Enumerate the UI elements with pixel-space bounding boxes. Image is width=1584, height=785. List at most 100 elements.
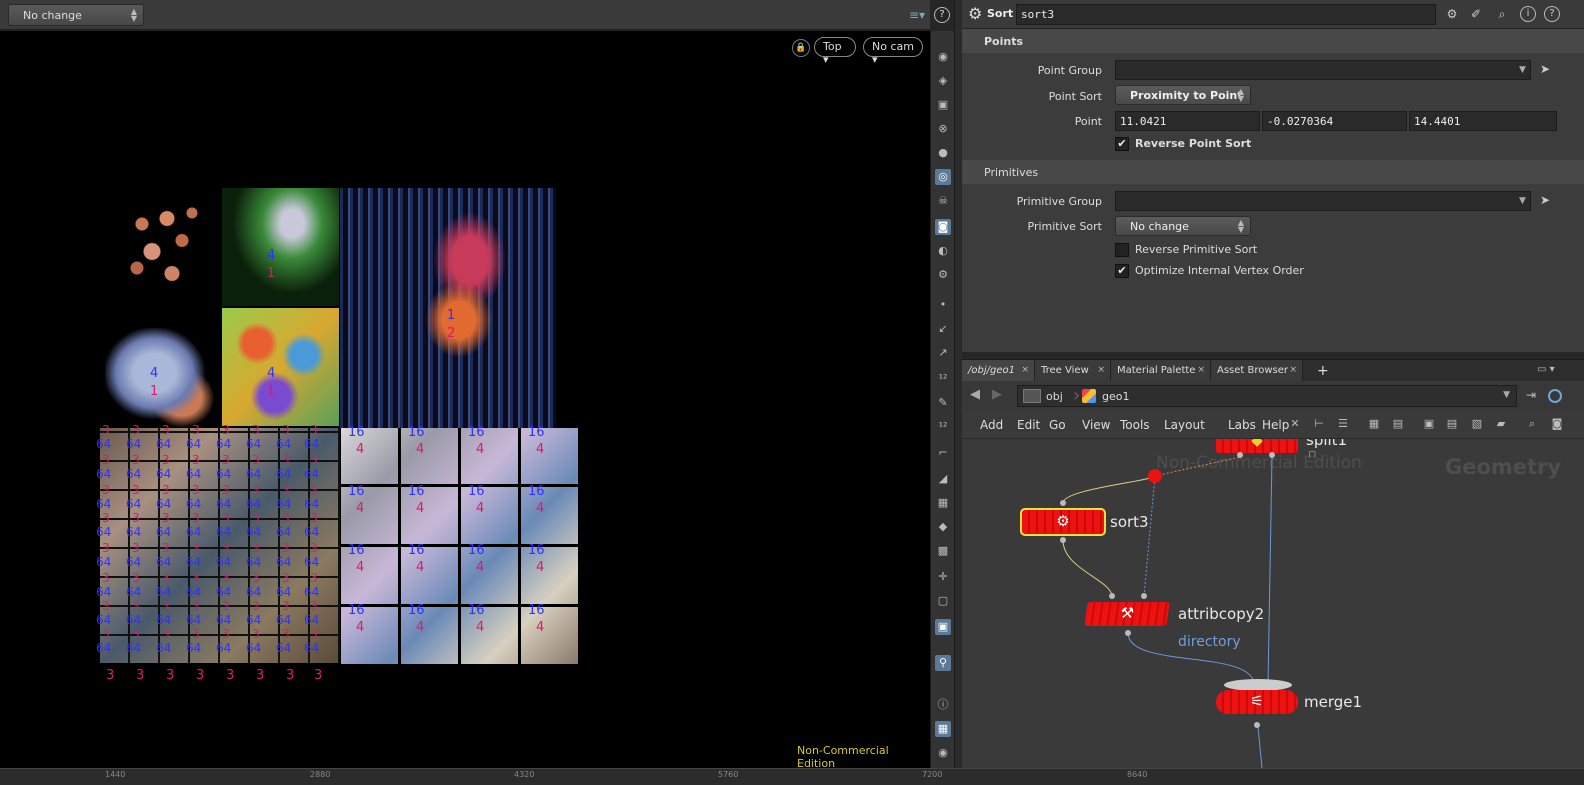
output-port[interactable] bbox=[1269, 452, 1275, 458]
grid-icon[interactable]: ▦ bbox=[1367, 417, 1381, 431]
list-icon[interactable]: ☰ bbox=[1336, 417, 1350, 431]
brush-icon[interactable]: ✐ bbox=[1468, 6, 1484, 22]
camera-icon[interactable]: ◙ bbox=[1550, 417, 1564, 431]
node-split1[interactable]: ◆ bbox=[1216, 439, 1298, 453]
tab-material-palette[interactable]: Material Palette × bbox=[1111, 360, 1211, 382]
tab-tree-view[interactable]: Tree View × bbox=[1035, 360, 1111, 382]
pin-icon[interactable]: ⇥ bbox=[1526, 388, 1536, 402]
lock-icon[interactable]: ▣ bbox=[935, 97, 951, 113]
help-icon[interactable]: ? bbox=[1544, 6, 1560, 22]
node-merge1[interactable]: ⚟ bbox=[1216, 690, 1298, 714]
node-name-field[interactable]: sort3 bbox=[1016, 4, 1436, 25]
view-menu-button[interactable]: Top ▾ bbox=[814, 37, 856, 66]
select-arrow-icon[interactable]: ➤ bbox=[1540, 62, 1550, 76]
close-icon[interactable]: × bbox=[1097, 365, 1105, 375]
close-icon[interactable]: × bbox=[1197, 365, 1205, 375]
scene-viewport[interactable]: 🔒 Top ▾ No cam ▾ 4 1 4 1 4 1 1 2 64 3 64 3 6… bbox=[0, 31, 930, 768]
forward-arrow-icon[interactable]: ▶ bbox=[992, 387, 1002, 402]
normal-icon[interactable]: ↙ bbox=[935, 321, 951, 337]
menu-labs[interactable]: Labs bbox=[1228, 418, 1256, 432]
checker-icon[interactable]: ▦ bbox=[935, 495, 951, 511]
pin-icon[interactable]: ⚲ bbox=[935, 655, 951, 671]
wrench-icon[interactable]: ✕ bbox=[1288, 417, 1302, 431]
output-port[interactable] bbox=[1060, 537, 1066, 543]
wire-icon[interactable]: ◢ bbox=[935, 471, 951, 487]
axis-icon[interactable]: ✛ bbox=[935, 569, 951, 585]
output-port[interactable] bbox=[1237, 452, 1243, 458]
eye2-icon[interactable]: ◉ bbox=[935, 745, 951, 761]
diamond-icon[interactable]: ◆ bbox=[935, 519, 951, 535]
close-circle-icon[interactable]: ⊗ bbox=[935, 121, 951, 137]
primitives-section-header[interactable]: Primitives bbox=[962, 160, 1584, 184]
path-dropdown-icon[interactable]: ▼ bbox=[1503, 390, 1510, 400]
points-section-header[interactable]: Points bbox=[962, 29, 1584, 53]
back-arrow-icon[interactable]: ◀ bbox=[970, 387, 980, 402]
pane-splitter[interactable] bbox=[954, 0, 962, 768]
paint-icon[interactable]: ✎ bbox=[935, 395, 951, 411]
optimize-vertex-order-checkbox[interactable]: ✔ bbox=[1115, 264, 1129, 278]
path-geo[interactable]: geo1 bbox=[1102, 390, 1129, 403]
sphere-icon[interactable]: ● bbox=[935, 145, 951, 161]
skull-icon[interactable]: ☠ bbox=[935, 193, 951, 209]
display-options-icon[interactable]: ≡▾ bbox=[909, 8, 925, 22]
square-icon[interactable]: ▢ bbox=[935, 593, 951, 609]
display-icon[interactable]: ▣ bbox=[935, 619, 951, 635]
search-icon[interactable]: ⌕ bbox=[1494, 6, 1510, 22]
menu-view[interactable]: View bbox=[1082, 418, 1110, 432]
node-sort3[interactable]: ⚙ bbox=[1020, 508, 1106, 536]
menu-layout[interactable]: Layout bbox=[1164, 418, 1205, 432]
tab-asset-browser[interactable]: Asset Browser × bbox=[1211, 360, 1303, 382]
display-option-select[interactable]: No change ▲ ▼ bbox=[8, 4, 144, 26]
point-group-dropdown-icon[interactable]: ▼ bbox=[1519, 65, 1526, 75]
primitive-group-field[interactable] bbox=[1115, 191, 1531, 211]
point-icon[interactable]: • bbox=[935, 297, 951, 313]
close-icon[interactable]: × bbox=[1021, 365, 1029, 375]
primitive-group-dropdown-icon[interactable]: ▼ bbox=[1519, 196, 1526, 206]
output-port[interactable] bbox=[1254, 722, 1260, 728]
input-port[interactable] bbox=[1141, 593, 1147, 599]
menu-go[interactable]: Go bbox=[1049, 418, 1066, 432]
camera-icon[interactable]: ◙ bbox=[935, 219, 951, 235]
tab-obj-geo1[interactable]: /obj/geo1 × bbox=[962, 360, 1035, 382]
camera-menu-button[interactable]: No cam ▾ bbox=[863, 37, 923, 66]
info-icon[interactable]: ⓘ bbox=[935, 697, 951, 713]
add-tab-icon[interactable]: + bbox=[1317, 363, 1329, 379]
close-icon[interactable]: × bbox=[1289, 365, 1297, 375]
box-icon[interactable]: ▰ bbox=[1494, 417, 1508, 431]
reverse-primitive-sort-checkbox[interactable] bbox=[1115, 243, 1129, 257]
node-attribcopy2[interactable]: ⚒ bbox=[1084, 602, 1170, 626]
pane-menu-icon[interactable]: ▭ ▾ bbox=[1537, 364, 1555, 375]
point-group-field[interactable] bbox=[1115, 60, 1531, 80]
note-icon[interactable]: ▤ bbox=[1445, 417, 1459, 431]
menu-tools[interactable]: Tools bbox=[1120, 418, 1150, 432]
info-icon[interactable]: i bbox=[1520, 6, 1536, 22]
tile-icon[interactable]: ▤ bbox=[1391, 417, 1405, 431]
snap-icon[interactable]: ◎ bbox=[935, 169, 951, 185]
menu-add[interactable]: Add bbox=[980, 418, 1003, 432]
primitive-sort-menu[interactable]: No change ▲ ▼ bbox=[1115, 216, 1251, 236]
path-obj[interactable]: obj bbox=[1046, 390, 1063, 403]
input-port[interactable] bbox=[1060, 500, 1066, 506]
shading-icon[interactable]: ◈ bbox=[935, 73, 951, 89]
tree-icon[interactable]: ⊢ bbox=[1312, 417, 1326, 431]
point-x-field[interactable]: 11.0421 bbox=[1115, 111, 1260, 131]
dot-node[interactable] bbox=[1148, 469, 1162, 483]
link-icon[interactable] bbox=[1548, 389, 1562, 403]
bracket-icon[interactable]: ⌐ bbox=[935, 445, 951, 461]
point-z-field[interactable]: 14.4401 bbox=[1409, 111, 1557, 131]
menu-edit[interactable]: Edit bbox=[1017, 418, 1040, 432]
path-breadcrumb[interactable]: obj › geo1 ▼ bbox=[1017, 385, 1517, 407]
output-port[interactable] bbox=[1125, 630, 1131, 636]
search-icon[interactable]: ⌕ bbox=[1525, 417, 1539, 431]
number2-icon[interactable]: ¹² bbox=[935, 419, 951, 435]
camera-settings-icon[interactable]: ⚙ bbox=[935, 267, 951, 283]
network-icon[interactable]: ▣ bbox=[1422, 417, 1436, 431]
gear-icon[interactable]: ⚙ bbox=[1444, 6, 1460, 22]
help-icon[interactable]: ? bbox=[934, 7, 950, 23]
network-editor[interactable]: Non-Commercial Edition Geometry ◆ split1… bbox=[962, 439, 1584, 768]
layout-icon[interactable]: ▦ bbox=[935, 721, 951, 737]
image-icon[interactable]: ▧ bbox=[1470, 417, 1484, 431]
camera-lock-icon[interactable]: 🔒 bbox=[792, 39, 810, 57]
select-arrow-icon[interactable]: ➤ bbox=[1540, 193, 1550, 207]
reverse-point-sort-checkbox[interactable]: ✔ bbox=[1115, 137, 1129, 151]
